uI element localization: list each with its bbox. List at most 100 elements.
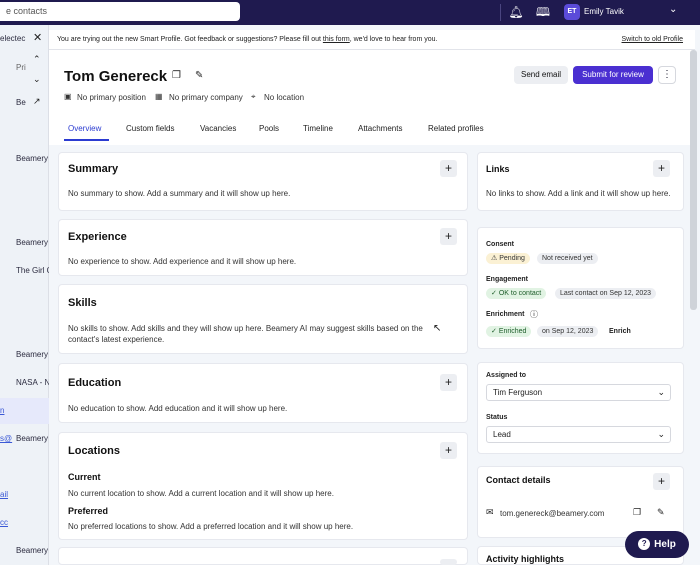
assigned-to-select[interactable]: Tim Ferguson ⌄ xyxy=(486,384,671,401)
add-location-button[interactable]: + xyxy=(440,442,457,459)
user-name[interactable]: Emily Tavik xyxy=(584,7,624,16)
list-item[interactable]: NASA - N xyxy=(16,378,50,387)
edit-icon[interactable]: ✎ xyxy=(657,507,665,518)
experience-card xyxy=(58,219,468,276)
list-item[interactable]: The Girl C xyxy=(16,266,52,275)
enrichment-date-badge: on Sep 12, 2023 xyxy=(537,326,599,337)
skills-title: Skills xyxy=(68,297,97,309)
education-text: No education to show. Add education and … xyxy=(68,404,288,413)
banner-text-end: , we'd love to hear from you. xyxy=(349,36,438,43)
preferred-location-text: No preferred locations to show. Add a pr… xyxy=(68,522,354,531)
status-label: Status xyxy=(486,414,508,421)
switch-old-profile-link[interactable]: Switch to old Profile xyxy=(622,36,683,43)
consent-status-badge: Not received yet xyxy=(537,253,598,264)
add-experience-button[interactable]: + xyxy=(440,228,457,245)
list-link[interactable]: n xyxy=(0,406,4,415)
activity-title: Activity highlights xyxy=(486,554,565,564)
help-label: Help xyxy=(654,539,676,550)
book-icon[interactable]: 🕮︎ xyxy=(535,4,551,20)
tab-pools[interactable]: Pools xyxy=(259,124,279,133)
tab-timeline[interactable]: Timeline xyxy=(303,124,333,133)
consent-pending-badge: ⚠ Pending xyxy=(486,253,530,264)
contact-details-title: Contact details xyxy=(486,475,551,485)
last-contact-badge: Last contact on Sep 12, 2023 xyxy=(555,288,657,299)
list-item[interactable]: Beamery xyxy=(16,546,48,555)
consent-pending-text: Pending xyxy=(499,255,525,262)
links-text: No links to show. Add a link and it will… xyxy=(486,189,671,198)
email-icon: ✉ xyxy=(486,507,494,517)
list-item[interactable]: Be xyxy=(16,98,26,107)
links-title: Links xyxy=(486,164,510,174)
add-section-button[interactable] xyxy=(440,559,457,565)
feedback-form-link[interactable]: this form xyxy=(323,36,350,43)
submit-for-review-button[interactable]: Submit for review xyxy=(573,66,653,84)
add-contact-detail-button[interactable]: + xyxy=(653,473,670,490)
feedback-banner: You are trying out the new Smart Profile… xyxy=(49,30,695,50)
list-filter-label: Pri xyxy=(16,63,26,72)
primary-company: No primary company xyxy=(169,93,243,102)
status-select[interactable]: Lead ⌄ xyxy=(486,426,671,443)
more-options-icon[interactable]: ⋮ xyxy=(658,66,676,84)
engagement-label: Engagement xyxy=(486,276,529,283)
list-item[interactable]: Beamery xyxy=(16,350,48,359)
help-button[interactable]: ? Help xyxy=(625,531,689,558)
summary-title: Summary xyxy=(68,163,119,175)
preferred-location-label: Preferred xyxy=(68,506,109,516)
scrollbar[interactable] xyxy=(690,50,697,310)
list-item[interactable]: Beamery xyxy=(16,434,48,443)
info-icon[interactable]: ⓘ xyxy=(530,309,538,320)
enriched-badge: ✓ Enriched xyxy=(486,326,532,337)
assigned-to-value: Tim Ferguson xyxy=(493,388,543,397)
add-link-button[interactable]: + xyxy=(653,160,670,177)
copy-icon[interactable]: ❐ xyxy=(172,70,181,81)
tab-vacancies[interactable]: Vacancies xyxy=(200,124,236,133)
mouse-cursor-icon: ↖ xyxy=(433,323,442,334)
experience-text: No experience to show. Add experience an… xyxy=(68,257,297,266)
profile-tabs: Overview Custom fields Vacancies Pools T… xyxy=(49,118,695,144)
profile-name: Tom Genereck xyxy=(64,68,168,85)
edit-icon[interactable]: ✎ xyxy=(195,70,203,81)
list-item[interactable]: Beamery xyxy=(16,238,48,247)
status-value: Lead xyxy=(493,430,511,439)
experience-title: Experience xyxy=(68,231,127,243)
enrichment-label: Enrichment xyxy=(486,311,525,318)
education-card xyxy=(58,363,468,423)
banner-text: You are trying out the new Smart Profile… xyxy=(57,36,323,43)
divider xyxy=(500,4,501,21)
list-link[interactable]: s@ xyxy=(0,434,12,443)
chevron-up-icon[interactable]: ⌃ xyxy=(33,54,41,65)
list-link[interactable]: ail xyxy=(0,490,8,499)
tab-related-profiles[interactable]: Related profiles xyxy=(428,124,484,133)
bell-icon[interactable]: 🔔︎ xyxy=(508,4,524,20)
skills-text: No skills to show. Add skills and they w… xyxy=(68,324,423,333)
list-link[interactable]: cc xyxy=(0,518,8,527)
tab-overview[interactable]: Overview xyxy=(68,124,101,133)
summary-text: No summary to show. Add a summary and it… xyxy=(68,189,291,198)
help-icon: ? xyxy=(638,538,651,551)
tab-attachments[interactable]: Attachments xyxy=(358,124,402,133)
skills-text-cont: contact's latest experience. xyxy=(68,335,165,344)
consent-label: Consent xyxy=(486,241,514,248)
close-icon[interactable]: ✕ xyxy=(33,31,42,44)
avatar[interactable]: ET xyxy=(564,4,580,20)
send-email-button[interactable]: Send email xyxy=(514,66,568,84)
enrich-button[interactable]: Enrich xyxy=(609,328,631,335)
external-link-icon[interactable]: ↗ xyxy=(33,96,41,107)
active-tab-indicator xyxy=(64,139,109,141)
locations-title: Locations xyxy=(68,445,120,457)
chevron-down-icon[interactable]: ⌄ xyxy=(669,4,677,15)
chevron-down-icon: ⌄ xyxy=(657,429,665,439)
education-title: Education xyxy=(68,377,122,389)
copy-icon[interactable]: ❐ xyxy=(633,507,641,518)
assigned-to-label: Assigned to xyxy=(486,372,527,379)
email-value[interactable]: tom.genereck@beamery.com xyxy=(500,508,604,519)
list-selection-label: electec xyxy=(0,34,26,43)
add-education-button[interactable]: + xyxy=(440,374,457,391)
current-location-text: No current location to show. Add a curre… xyxy=(68,489,334,498)
search-input[interactable]: e contacts xyxy=(0,2,240,21)
list-item[interactable]: Beamery xyxy=(16,154,48,163)
add-summary-button[interactable]: + xyxy=(440,160,457,177)
chevron-down-icon: ⌄ xyxy=(657,387,665,397)
tab-custom-fields[interactable]: Custom fields xyxy=(126,124,174,133)
chevron-down-icon[interactable]: ⌄ xyxy=(33,74,41,85)
